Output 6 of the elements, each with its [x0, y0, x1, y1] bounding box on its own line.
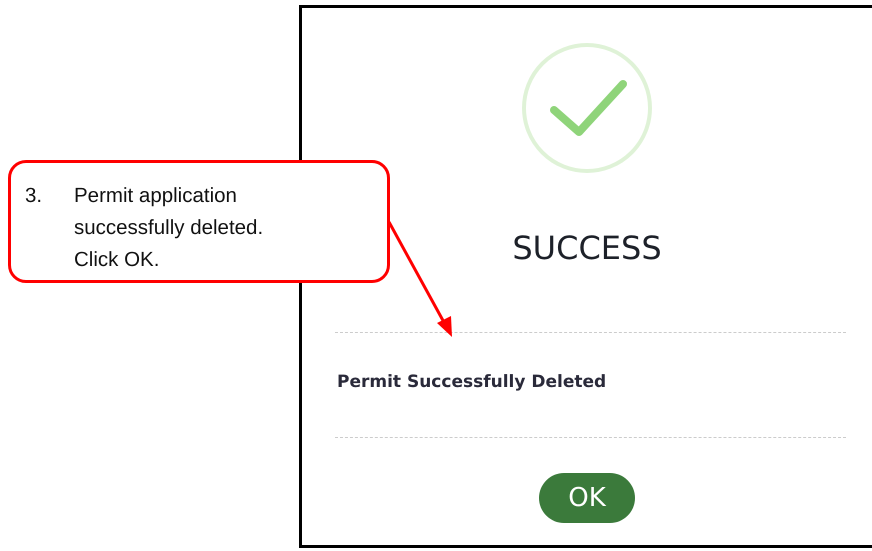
step-number: 3.	[25, 183, 44, 209]
dialog-title: SUCCESS	[512, 232, 662, 264]
checkmark-icon	[521, 42, 653, 174]
callout-text: Permit application successfully deleted. Click OK.	[74, 183, 264, 273]
success-message: Permit Successfully Deleted	[337, 374, 606, 391]
ok-button[interactable]: OK	[539, 473, 635, 523]
